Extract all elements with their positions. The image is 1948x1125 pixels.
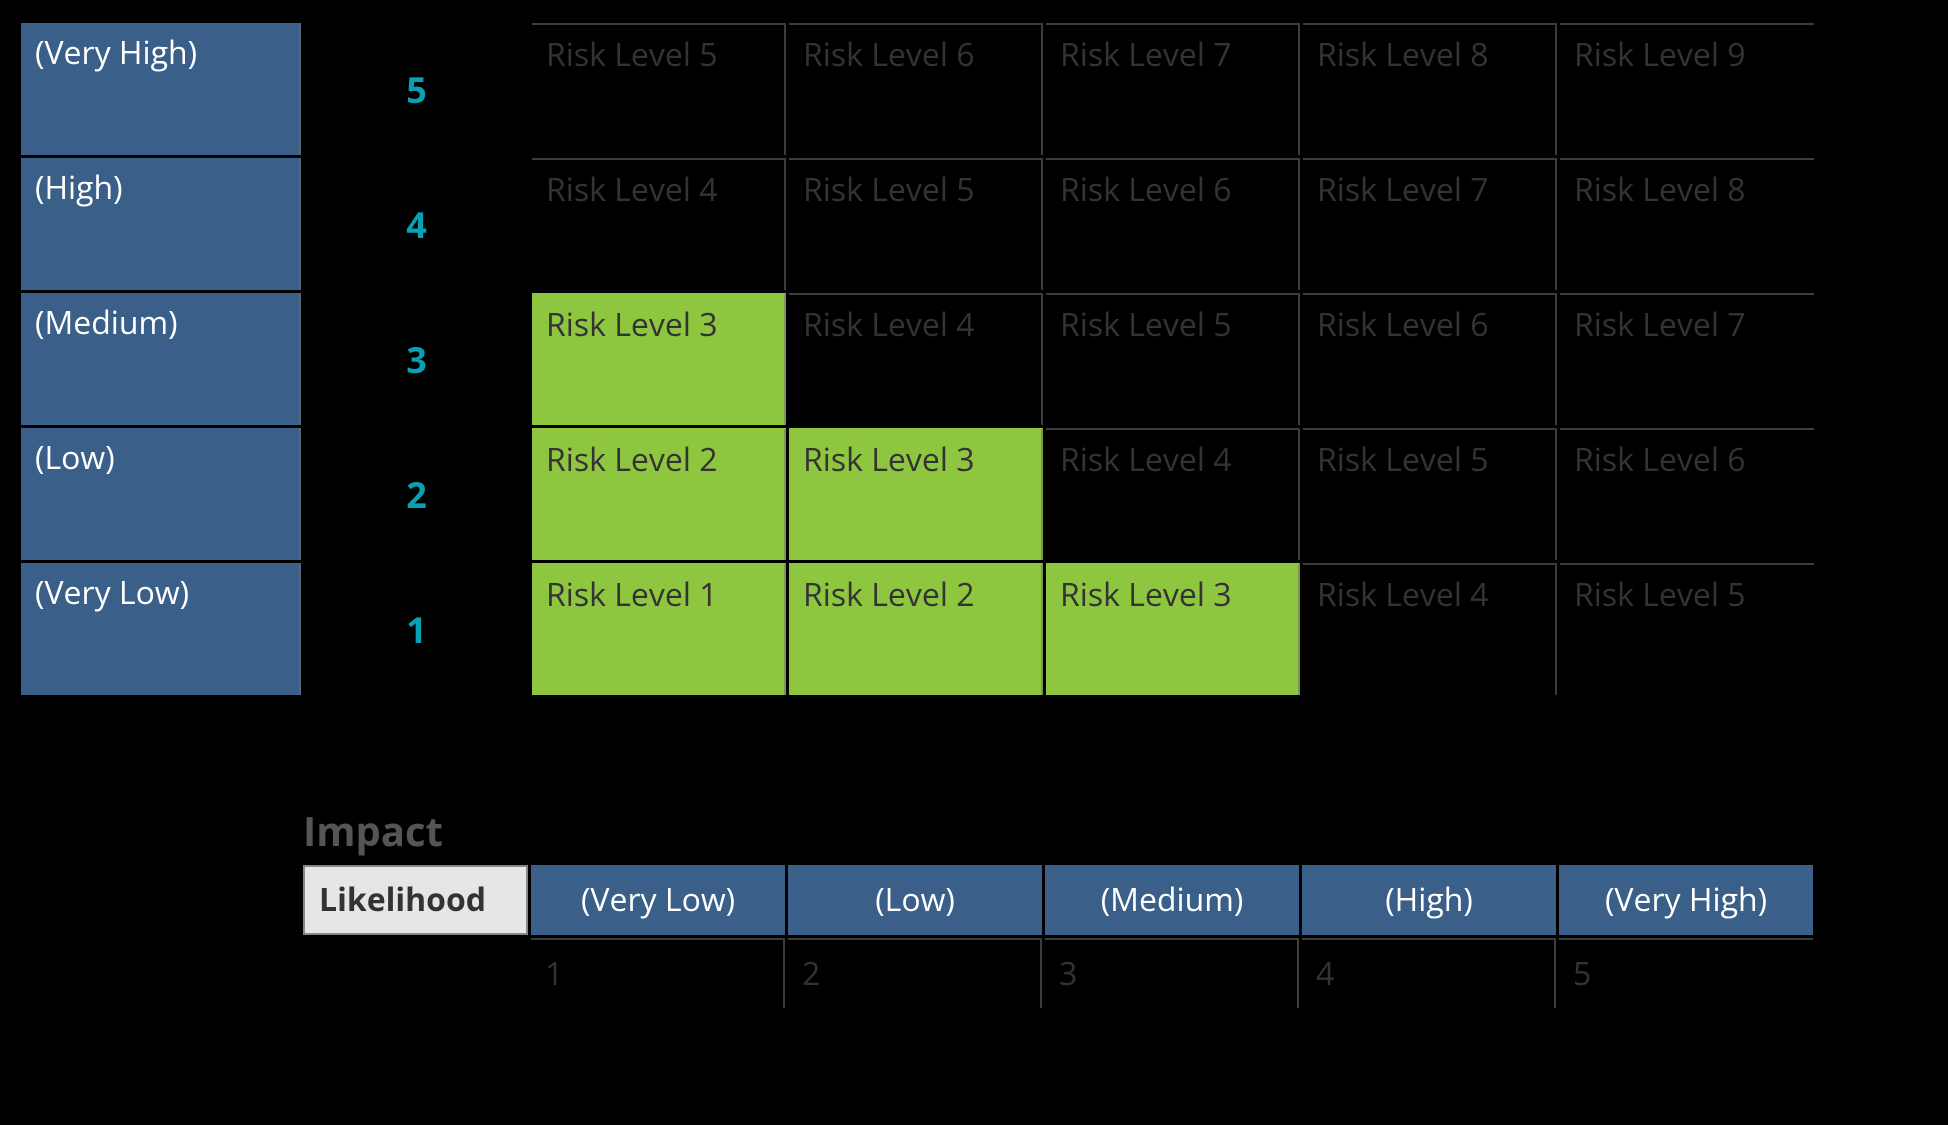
matrix-row-4: (High) 4 Risk Level 4 Risk Level 5 Risk … (21, 158, 1814, 290)
likelihood-label-medium: (Medium) (21, 293, 301, 425)
risk-cell-5-2: Risk Level 6 (789, 23, 1043, 155)
impact-value-3: 3 (1045, 938, 1299, 1008)
risk-cell-2-1: Risk Level 2 (532, 428, 786, 560)
risk-cell-4-2: Risk Level 5 (789, 158, 1043, 290)
risk-cell-2-2: Risk Level 3 (789, 428, 1043, 560)
risk-cell-4-1: Risk Level 4 (532, 158, 786, 290)
impact-value-5: 5 (1559, 938, 1813, 1008)
matrix-row-2: (Low) 2 Risk Level 2 Risk Level 3 Risk L… (21, 428, 1814, 560)
risk-cell-2-4: Risk Level 5 (1303, 428, 1557, 560)
risk-cell-5-5: Risk Level 9 (1560, 23, 1814, 155)
likelihood-value-3: 3 (304, 293, 529, 425)
likelihood-value-1: 1 (304, 563, 529, 695)
risk-cell-3-3: Risk Level 5 (1046, 293, 1300, 425)
risk-cell-3-5: Risk Level 7 (1560, 293, 1814, 425)
legend-row-labels: Likelihood (Very Low) (Low) (Medium) (Hi… (303, 865, 1813, 935)
legend-row-values: 1 2 3 4 5 (303, 938, 1813, 1008)
risk-cell-3-4: Risk Level 6 (1303, 293, 1557, 425)
risk-cell-1-1: Risk Level 1 (532, 563, 786, 695)
risk-cell-1-2: Risk Level 2 (789, 563, 1043, 695)
impact-value-4: 4 (1302, 938, 1556, 1008)
matrix-row-3: (Medium) 3 Risk Level 3 Risk Level 4 Ris… (21, 293, 1814, 425)
risk-cell-1-4: Risk Level 4 (1303, 563, 1557, 695)
risk-matrix-canvas: (Very High) 5 Risk Level 5 Risk Level 6 … (0, 0, 1948, 1125)
likelihood-label-very-high: (Very High) (21, 23, 301, 155)
likelihood-header: Likelihood (303, 865, 528, 935)
matrix-row-5: (Very High) 5 Risk Level 5 Risk Level 6 … (21, 23, 1814, 155)
likelihood-value-5: 5 (304, 23, 529, 155)
risk-cell-3-1: Risk Level 3 (532, 293, 786, 425)
impact-label-very-low: (Very Low) (531, 865, 785, 935)
impact-label-high: (High) (1302, 865, 1556, 935)
impact-label-low: (Low) (788, 865, 1042, 935)
risk-cell-2-5: Risk Level 6 (1560, 428, 1814, 560)
impact-legend-table: Likelihood (Very Low) (Low) (Medium) (Hi… (300, 862, 1816, 1011)
likelihood-value-2: 2 (304, 428, 529, 560)
matrix-row-1: (Very Low) 1 Risk Level 1 Risk Level 2 R… (21, 563, 1814, 695)
impact-value-1: 1 (531, 938, 785, 1008)
legend-empty-cell (303, 938, 528, 1008)
impact-value-2: 2 (788, 938, 1042, 1008)
likelihood-value-4: 4 (304, 158, 529, 290)
risk-cell-5-1: Risk Level 5 (532, 23, 786, 155)
risk-cell-5-4: Risk Level 8 (1303, 23, 1557, 155)
risk-cell-1-3: Risk Level 3 (1046, 563, 1300, 695)
likelihood-label-very-low: (Very Low) (21, 563, 301, 695)
impact-label-very-high: (Very High) (1559, 865, 1813, 935)
risk-cell-2-3: Risk Level 4 (1046, 428, 1300, 560)
risk-cell-5-3: Risk Level 7 (1046, 23, 1300, 155)
impact-label-medium: (Medium) (1045, 865, 1299, 935)
risk-cell-4-4: Risk Level 7 (1303, 158, 1557, 290)
risk-cell-4-3: Risk Level 6 (1046, 158, 1300, 290)
risk-matrix-table: (Very High) 5 Risk Level 5 Risk Level 6 … (18, 20, 1817, 698)
likelihood-label-low: (Low) (21, 428, 301, 560)
risk-cell-1-5: Risk Level 5 (1560, 563, 1814, 695)
impact-axis-title: Impact (303, 803, 443, 858)
risk-cell-4-5: Risk Level 8 (1560, 158, 1814, 290)
risk-cell-3-2: Risk Level 4 (789, 293, 1043, 425)
likelihood-label-high: (High) (21, 158, 301, 290)
